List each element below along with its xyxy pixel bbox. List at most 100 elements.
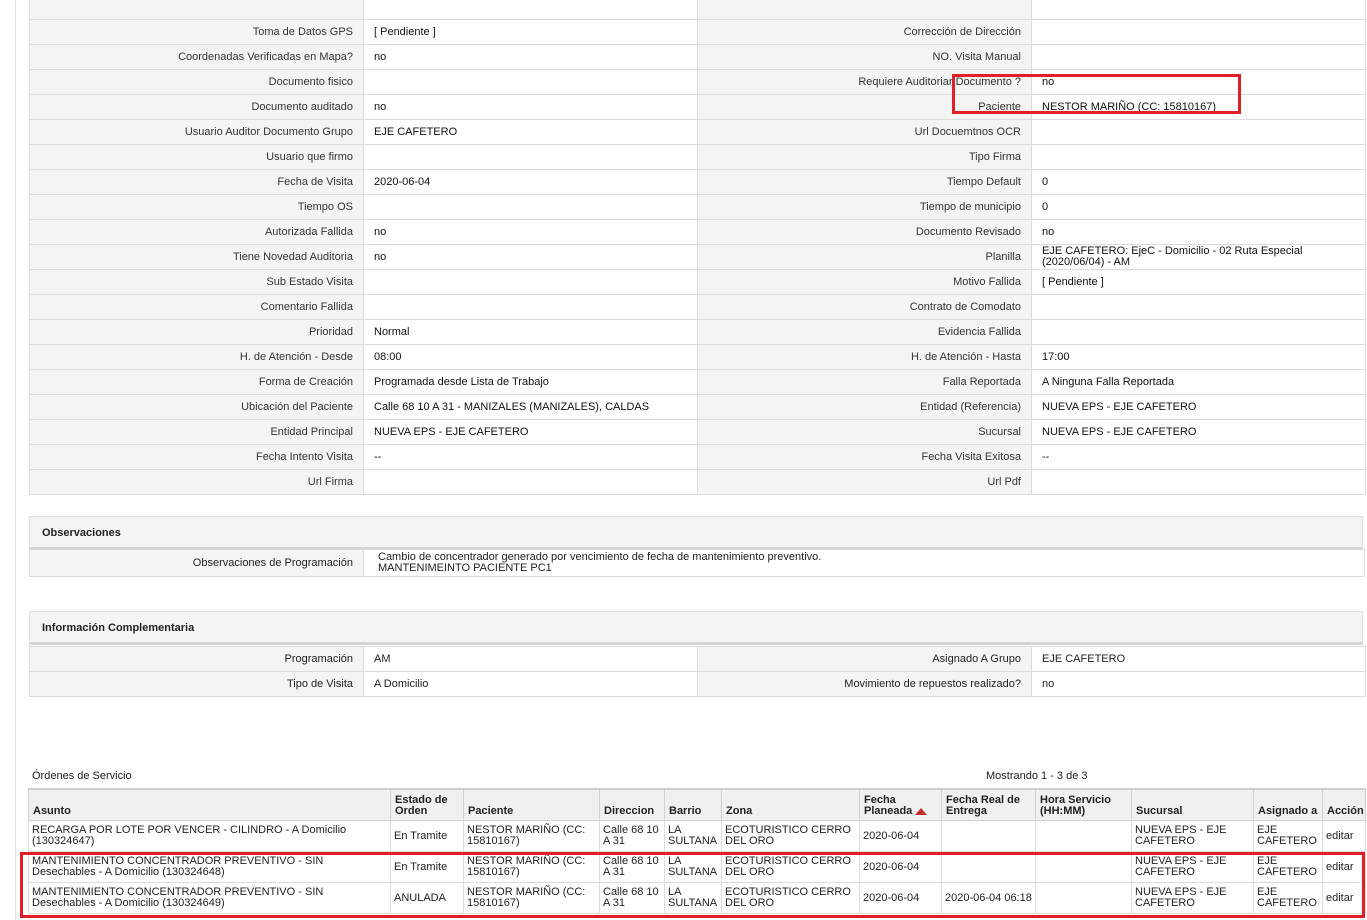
- detail-value-right: [ Pendiente ]: [1031, 269, 1366, 295]
- detail-value-right: --: [1031, 444, 1366, 470]
- detail-value-right: [1031, 19, 1366, 45]
- detail-row: Ubicación del Paciente Calle 68 10 A 31 -…: [29, 394, 1366, 420]
- detail-value-right: [1031, 319, 1366, 345]
- detail-value-left: no: [363, 44, 698, 70]
- detail-label-left: H. de Atención - Desde: [29, 344, 364, 370]
- detail-value-left: 2020-06-04: [363, 169, 698, 195]
- order-direccion: Calle 68 10 A 31: [599, 820, 665, 852]
- detail-label-right: Tiempo de municipio: [697, 194, 1032, 220]
- detail-value-right: NUEVA EPS - EJE CAFETERO: [1031, 394, 1366, 420]
- sort-ascending-icon: [915, 807, 928, 815]
- observaciones-value: Cambio de concentrador generado por venc…: [363, 549, 1365, 577]
- detail-value-left: 08:00: [363, 344, 698, 370]
- detail-row: Toma de Datos GPS[ Pendiente ] Corrección…: [29, 19, 1366, 45]
- col-asignado[interactable]: Asignado a: [1253, 788, 1323, 821]
- detail-label-left: Comentario Fallida: [29, 294, 364, 320]
- detail-value-right: 17:00: [1031, 344, 1366, 370]
- col-fecha-planeada[interactable]: Fecha Planeada: [859, 788, 942, 821]
- detail-label-right: Url Docuemtnos OCR: [697, 119, 1032, 145]
- detail-row: Sub Estado Visita Motivo Fallida[ Pendien…: [29, 269, 1366, 295]
- order-fecha-real: [941, 820, 1036, 852]
- detail-value-right: no: [1031, 219, 1366, 245]
- detail-row: Usuario Auditor Documento Grupo EJE CAFET…: [29, 119, 1366, 145]
- detail-label-right: Contrato de Comodato: [697, 294, 1032, 320]
- detail-value-left: Calle 68 10 A 31 - MANIZALES (MANIZALES)…: [363, 394, 698, 420]
- col-barrio[interactable]: Barrio: [664, 788, 722, 821]
- detail-label-left: Autorizada Fallida: [29, 219, 364, 245]
- detail-value-left: [ Pendiente ]: [363, 19, 698, 45]
- info-value-right: EJE CAFETERO: [1031, 646, 1366, 672]
- detail-row: Tiempo OS Tiempo de municipio 0: [29, 194, 1366, 220]
- detail-row: Usuario que firmo Tipo Firma: [29, 144, 1366, 170]
- paciente-highlight-box: [952, 74, 1241, 114]
- detail-row: Url Firma Url Pdf: [29, 469, 1366, 495]
- col-estado[interactable]: Estado de Orden: [390, 788, 464, 821]
- detail-label-right: Evidencia Fallida: [697, 319, 1032, 345]
- detail-label-right: NO. Visita Manual: [697, 44, 1032, 70]
- order-hora: [1035, 820, 1132, 852]
- order-row: RECARGA POR LOTE POR VENCER - CILINDRO -…: [28, 820, 1366, 852]
- detail-row: Comentario Fallida Contrato de Comodato: [29, 294, 1366, 320]
- detail-label-right: Planilla: [697, 244, 1032, 270]
- detail-row: Coordenadas Verificadas en Mapa? no NO. Vi…: [29, 44, 1366, 70]
- detail-label-right: H. de Atención - Hasta: [697, 344, 1032, 370]
- detail-label-left: Tiempo OS: [29, 194, 364, 220]
- detail-label-right: Url Pdf: [697, 469, 1032, 495]
- detail-value-right: [1031, 0, 1366, 20]
- edit-link[interactable]: editar: [1322, 820, 1366, 852]
- detail-label-left: Coordenadas Verificadas en Mapa?: [29, 44, 364, 70]
- detail-row: [29, 0, 1366, 20]
- col-zona[interactable]: Zona: [721, 788, 860, 821]
- col-fecha-real[interactable]: Fecha Real de Entrega: [941, 788, 1036, 821]
- detail-label-left: Fecha Intento Visita: [29, 444, 364, 470]
- detail-label-right: Documento Revisado: [697, 219, 1032, 245]
- detail-row: Prioridad Normal Evidencia Fallida: [29, 319, 1366, 345]
- detail-label-right: Motivo Fallida: [697, 269, 1032, 295]
- detail-value-left: [363, 144, 698, 170]
- detail-value-left: NUEVA EPS - EJE CAFETERO: [363, 419, 698, 445]
- page-left-border: [15, 0, 16, 920]
- info-value-right: no: [1031, 671, 1366, 697]
- detail-value-left: [363, 69, 698, 95]
- detail-value-left: [363, 294, 698, 320]
- col-paciente[interactable]: Paciente: [463, 788, 600, 821]
- detail-row: Entidad Principal NUEVA EPS - EJE CAFETER…: [29, 419, 1366, 445]
- detail-value-right: NUEVA EPS - EJE CAFETERO: [1031, 419, 1366, 445]
- detail-value-left: Normal: [363, 319, 698, 345]
- detail-row: Fecha de Visita 2020-06-04 Tiempo Default 0: [29, 169, 1366, 195]
- observaciones-header: Observaciones: [29, 516, 1363, 550]
- detail-label-left: Url Firma: [29, 469, 364, 495]
- order-sucursal: NUEVA EPS - EJE CAFETERO: [1131, 820, 1254, 852]
- detail-value-right: A Ninguna Falla Reportada: [1031, 369, 1366, 395]
- col-hora[interactable]: Hora Servicio (HH:MM): [1035, 788, 1132, 821]
- detail-label-right: Tipo Firma: [697, 144, 1032, 170]
- detail-label-right: Tiempo Default: [697, 169, 1032, 195]
- detail-value-left: [363, 0, 698, 20]
- info-row: Tipo de Visita A Domicilio Movimiento de r…: [29, 671, 1366, 697]
- detail-label-left: Sub Estado Visita: [29, 269, 364, 295]
- detail-value-left: EJE CAFETERO: [363, 119, 698, 145]
- detail-row: Fecha Intento Visita -- Fecha Visita Exito…: [29, 444, 1366, 470]
- detail-row: H. de Atención - Desde 08:00 H. de Atenció…: [29, 344, 1366, 370]
- col-asunto[interactable]: Asunto: [28, 788, 391, 821]
- detail-label-right: Entidad (Referencia): [697, 394, 1032, 420]
- detail-row: Forma de Creación Programada desde Lista …: [29, 369, 1366, 395]
- info-row: Programación AM Asignado A Grupo EJE CAFETE…: [29, 646, 1366, 672]
- detail-value-right: [1031, 144, 1366, 170]
- info-label-right: Movimiento de repuestos realizado?: [697, 671, 1032, 697]
- detail-label-left: Documento fisico: [29, 69, 364, 95]
- detail-value-right: [1031, 294, 1366, 320]
- detail-label-left: Toma de Datos GPS: [29, 19, 364, 45]
- detail-value-left: [363, 269, 698, 295]
- observaciones-table: Observaciones de Programación Cambio de …: [29, 549, 1365, 577]
- detail-value-left: no: [363, 219, 698, 245]
- order-asignado: EJE CAFETERO: [1253, 820, 1323, 852]
- orders-title: Órdenes de Servicio: [32, 770, 132, 782]
- order-asunto: RECARGA POR LOTE POR VENCER - CILINDRO -…: [28, 820, 391, 852]
- col-sucursal[interactable]: Sucursal: [1131, 788, 1254, 821]
- detail-label-right: Corrección de Dirección: [697, 19, 1032, 45]
- detail-row: Autorizada Fallida no Documento Revisado no: [29, 219, 1366, 245]
- detail-value-right: [1031, 469, 1366, 495]
- detail-label-left: Ubicación del Paciente: [29, 394, 364, 420]
- col-direccion[interactable]: Direccion: [599, 788, 665, 821]
